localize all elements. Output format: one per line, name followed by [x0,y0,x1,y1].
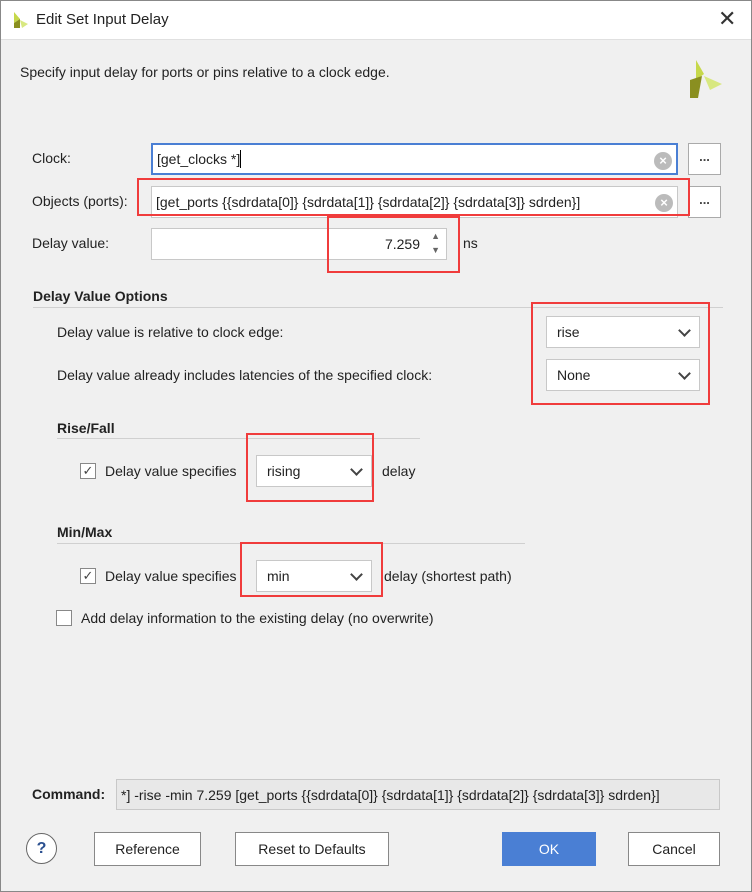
reference-button[interactable]: Reference [94,832,201,866]
divider [57,438,420,439]
title-bar: Edit Set Input Delay ✕ [0,0,752,40]
window-frame [0,0,752,892]
command-label: Command: [32,786,106,802]
add-delay-checkbox[interactable] [56,610,72,626]
delay-value-spinner[interactable]: 7.259 ▲ ▼ [151,228,447,260]
chevron-down-icon [350,463,363,476]
clock-value: [get_clocks *] [157,151,241,167]
clock-label: Clock: [32,150,71,166]
objects-label: Objects (ports): [32,193,128,209]
clock-edge-label: Delay value is relative to clock edge: [57,324,284,340]
rise-fall-suffix: delay [382,463,416,479]
command-value: *] -rise -min 7.259 [get_ports {{sdrdata… [121,786,660,803]
close-icon[interactable]: ✕ [718,6,736,32]
objects-browse-button[interactable]: ... [688,186,721,218]
clear-icon[interactable]: × [654,152,672,170]
clear-icon[interactable]: × [655,194,673,212]
ok-button[interactable]: OK [502,832,596,866]
objects-input[interactable]: [get_ports {{sdrdata[0]} {sdrdata[1]} {s… [151,186,678,218]
latency-select[interactable]: None [546,359,700,391]
chevron-down-icon [350,568,363,581]
latency-label: Delay value already includes latencies o… [57,367,433,383]
min-max-heading: Min/Max [57,524,113,540]
description: Specify input delay for ports or pins re… [20,64,390,80]
cancel-button[interactable]: Cancel [628,832,720,866]
spin-down-icon[interactable]: ▼ [431,245,440,255]
rise-fall-select[interactable]: rising [256,455,372,487]
clock-input[interactable]: [get_clocks *] × [151,143,678,175]
delay-value-label: Delay value: [32,235,110,251]
objects-value: [get_ports {{sdrdata[0]} {sdrdata[1]} {s… [156,194,581,210]
reset-defaults-button[interactable]: Reset to Defaults [235,832,389,866]
min-max-select[interactable]: min [256,560,372,592]
chevron-down-icon [678,367,691,380]
clock-edge-select[interactable]: rise [546,316,700,348]
clock-browse-button[interactable]: ... [688,143,721,175]
help-button[interactable]: ? [26,833,57,864]
min-max-value: min [267,568,290,584]
latency-value: None [557,367,591,383]
delay-unit: ns [463,235,478,251]
add-delay-label: Add delay information to the existing de… [81,610,434,626]
divider [33,307,723,308]
vendor-logo-icon [690,60,722,98]
app-logo-icon [14,12,28,28]
command-field[interactable]: *] -rise -min 7.259 [get_ports {{sdrdata… [116,779,720,810]
divider [57,543,525,544]
delay-value: 7.259 [384,236,420,252]
spin-up-icon[interactable]: ▲ [431,231,440,241]
min-max-suffix: delay (shortest path) [384,568,512,584]
chevron-down-icon [678,324,691,337]
min-max-label: Delay value specifies [105,568,237,584]
rise-fall-checkbox[interactable]: ✓ [80,463,96,479]
window-title: Edit Set Input Delay [36,11,169,28]
rise-fall-label: Delay value specifies [105,463,237,479]
rise-fall-value: rising [267,463,301,479]
clock-edge-value: rise [557,324,580,340]
min-max-checkbox[interactable]: ✓ [80,568,96,584]
options-heading: Delay Value Options [33,288,168,304]
rise-fall-heading: Rise/Fall [57,420,115,436]
